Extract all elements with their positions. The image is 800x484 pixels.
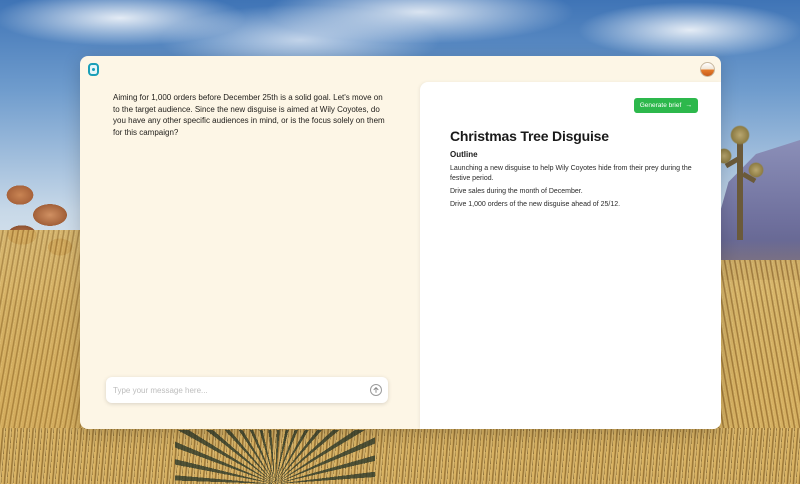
app-logo-icon[interactable]: [88, 63, 99, 76]
generate-brief-button[interactable]: Generate brief →: [634, 98, 698, 113]
app-window: Aiming for 1,000 orders before December …: [80, 56, 721, 429]
outline-item: Drive 1,000 orders of the new disguise a…: [450, 201, 621, 208]
outline-item: Drive sales during the month of December…: [450, 188, 583, 195]
outline-heading: Outline: [450, 150, 478, 159]
send-arrow-up-icon[interactable]: [370, 384, 382, 396]
joshua-tree: [716, 120, 764, 240]
brief-title: Christmas Tree Disguise: [450, 128, 609, 144]
arrow-right-icon: →: [685, 102, 693, 109]
assistant-message: Aiming for 1,000 orders before December …: [113, 93, 385, 137]
yucca-plant: [175, 430, 375, 484]
message-composer: [106, 377, 388, 403]
generate-brief-label: Generate brief: [639, 102, 682, 109]
brief-panel: Generate brief → Christmas Tree Disguise…: [420, 82, 721, 429]
outline-item: Launching a new disguise to help Wily Co…: [450, 165, 692, 182]
message-input[interactable]: [113, 383, 363, 397]
user-avatar[interactable]: [700, 62, 715, 77]
grass-bottom: [0, 428, 800, 484]
outline-list: Launching a new disguise to help Wily Co…: [450, 164, 700, 213]
